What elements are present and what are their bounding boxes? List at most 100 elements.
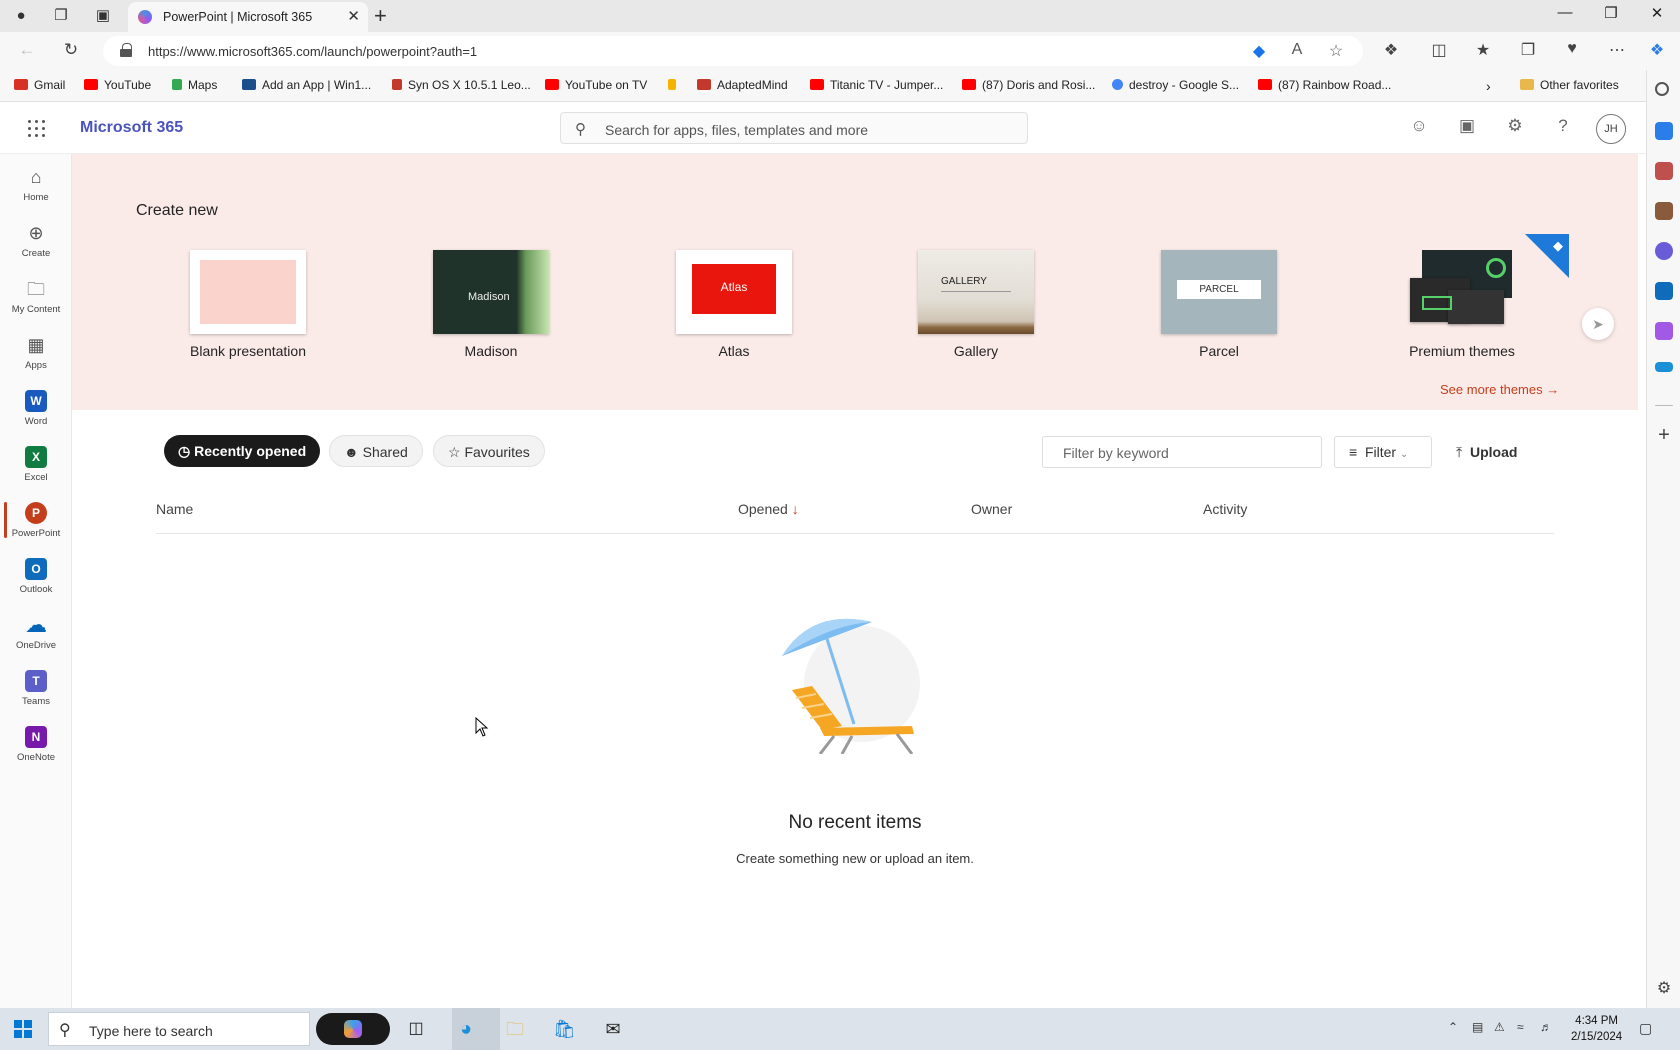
rail-item-powerpoint[interactable]: P PowerPoint: [0, 496, 72, 548]
favorite-titanic[interactable]: Titanic TV - Jumper...: [810, 78, 943, 92]
template-parcel[interactable]: PARCEL Parcel: [1161, 250, 1277, 359]
favorite-rainbow[interactable]: (87) Rainbow Road...: [1258, 78, 1391, 92]
rocket-icon[interactable]: ➤: [1582, 308, 1614, 340]
favorites-icon[interactable]: ★: [1472, 40, 1494, 60]
read-aloud-icon[interactable]: A: [1286, 41, 1308, 59]
rail-item-excel[interactable]: X Excel: [0, 440, 72, 492]
outlook-icon[interactable]: [1655, 282, 1673, 300]
search-icon[interactable]: [1655, 82, 1669, 96]
shopping-icon[interactable]: [1655, 122, 1673, 140]
clock[interactable]: 4:34 PM 2/15/2024: [1571, 1013, 1622, 1045]
rail-item-create[interactable]: ⊕ Create: [0, 216, 72, 268]
filter-button[interactable]: ≡ Filter ⌄: [1334, 436, 1432, 468]
shopping-tag-icon[interactable]: ◆: [1248, 41, 1270, 61]
close-window-icon[interactable]: ✕: [1642, 4, 1672, 22]
workspaces-icon[interactable]: ❐: [50, 6, 72, 26]
refresh-icon[interactable]: ↻: [60, 40, 82, 60]
see-more-themes-link[interactable]: See more themes →: [1440, 382, 1559, 397]
collections-icon[interactable]: ❐: [1517, 40, 1539, 60]
search-input[interactable]: ⚲ Search for apps, files, templates and …: [560, 112, 1028, 144]
favorite-destroy[interactable]: destroy - Google S...: [1112, 78, 1239, 92]
add-icon[interactable]: +: [1655, 425, 1673, 445]
template-madison[interactable]: Madison Madison: [433, 250, 549, 359]
template-gallery[interactable]: GALLERY Gallery: [918, 250, 1034, 359]
template-premium-themes[interactable]: Premium themes: [1404, 250, 1520, 359]
tools-icon[interactable]: [1655, 162, 1673, 180]
split-screen-icon[interactable]: ◫: [1428, 40, 1450, 60]
template-blank[interactable]: Blank presentation: [190, 250, 306, 359]
tray-alert-icon[interactable]: ⚠: [1494, 1020, 1505, 1034]
notifications-icon[interactable]: ▢: [1639, 1020, 1652, 1037]
extensions-icon[interactable]: ❖: [1380, 40, 1402, 60]
send-icon[interactable]: [1655, 362, 1673, 372]
favorite-maps[interactable]: Maps: [172, 78, 217, 92]
column-opened[interactable]: Opened ↓: [738, 501, 799, 517]
volume-icon[interactable]: ♬: [1540, 1020, 1552, 1034]
column-owner[interactable]: Owner: [971, 501, 1012, 517]
wifi-icon[interactable]: ≈: [1517, 1020, 1524, 1034]
settings-icon[interactable]: ⚙: [1655, 978, 1673, 997]
browser-tab[interactable]: PowerPoint | Microsoft 365 ✕: [128, 2, 368, 32]
filter-keyword-input[interactable]: Filter by keyword: [1042, 436, 1322, 468]
back-icon[interactable]: ←: [16, 40, 38, 60]
browser-essentials-icon[interactable]: ♥: [1561, 40, 1583, 58]
rail-item-onedrive[interactable]: ☁ OneDrive: [0, 608, 72, 660]
tab-favourites[interactable]: ☆ Favourites: [433, 435, 545, 467]
other-favorites[interactable]: Other favorites: [1520, 78, 1619, 92]
column-name[interactable]: Name: [156, 501, 193, 517]
empty-state-title: No recent items: [788, 812, 922, 833]
favorite-bookmark[interactable]: [668, 78, 682, 92]
m365-icon[interactable]: [1655, 242, 1673, 260]
rail-item-apps[interactable]: ▦ Apps: [0, 328, 72, 380]
url-field[interactable]: https://www.microsoft365.com/launch/powe…: [103, 36, 1363, 66]
help-icon[interactable]: ?: [1551, 116, 1575, 136]
app-launcher-icon[interactable]: [28, 120, 46, 138]
windows-start-icon[interactable]: [14, 1020, 32, 1038]
rail-item-outlook[interactable]: O Outlook: [0, 552, 72, 604]
tab-shared[interactable]: ☻ Shared: [329, 435, 423, 467]
designer-icon[interactable]: [1655, 322, 1673, 340]
avatar[interactable]: JH: [1596, 114, 1626, 144]
favorite-youtube[interactable]: YouTube: [84, 78, 151, 92]
column-activity[interactable]: Activity: [1203, 501, 1247, 517]
copilot-button[interactable]: [316, 1013, 390, 1045]
favorite-star-icon[interactable]: ☆: [1325, 41, 1347, 61]
more-icon[interactable]: ⋯: [1606, 40, 1628, 60]
favorite-doris[interactable]: (87) Doris and Rosi...: [962, 78, 1095, 92]
tray-device-icon[interactable]: ▤: [1472, 1020, 1483, 1034]
favorite-adaptedmind[interactable]: AdaptedMind: [697, 78, 788, 92]
template-atlas[interactable]: Atlas Atlas: [676, 250, 792, 359]
games-icon[interactable]: [1655, 202, 1673, 220]
taskbar-search-input[interactable]: ⚲ Type here to search: [48, 1012, 310, 1046]
minimize-icon[interactable]: —: [1550, 4, 1580, 21]
rail-item-home[interactable]: ⌂ Home: [0, 160, 72, 212]
upload-button[interactable]: ⤒ Upload: [1456, 436, 1517, 468]
new-tab-icon[interactable]: +: [374, 3, 387, 29]
restore-icon[interactable]: ❐: [1596, 4, 1626, 22]
rail-item-word[interactable]: W Word: [0, 384, 72, 436]
rail-item-my-content[interactable]: 🗀 My Content: [0, 272, 72, 324]
app-title[interactable]: Microsoft 365: [80, 119, 183, 137]
favorite-gmail[interactable]: Gmail: [14, 78, 65, 92]
tab-actions-icon[interactable]: ▣: [92, 6, 114, 26]
chevron-right-icon[interactable]: ›: [1486, 78, 1491, 94]
edge-icon[interactable]: ◕: [455, 1018, 477, 1040]
favorite-youtube-tv[interactable]: YouTube on TV: [545, 78, 647, 92]
store-icon[interactable]: 🛍: [553, 1018, 576, 1040]
rail-item-onenote[interactable]: N OneNote: [0, 720, 72, 772]
diamond-icon: ◆: [1553, 238, 1563, 253]
profile-icon[interactable]: ●: [10, 6, 32, 26]
favorite-synos[interactable]: Syn OS X 10.5.1 Leo...: [392, 78, 531, 92]
video-icon[interactable]: ▣: [1455, 116, 1479, 136]
favorite-add-app[interactable]: Add an App | Win1...: [242, 78, 371, 92]
rail-item-teams[interactable]: T Teams: [0, 664, 72, 716]
copilot-icon[interactable]: ❖: [1646, 40, 1668, 60]
mail-icon[interactable]: ✉: [602, 1018, 624, 1040]
feedback-icon[interactable]: ☺: [1407, 116, 1431, 136]
file-explorer-icon[interactable]: 🗀: [504, 1018, 526, 1040]
tray-chevron-up-icon[interactable]: ⌃: [1448, 1020, 1458, 1034]
close-tab-icon[interactable]: ✕: [347, 7, 360, 25]
settings-icon[interactable]: ⚙: [1503, 116, 1527, 136]
tab-recently-opened[interactable]: ◷ Recently opened: [164, 435, 321, 467]
task-view-icon[interactable]: ◫: [405, 1018, 427, 1040]
